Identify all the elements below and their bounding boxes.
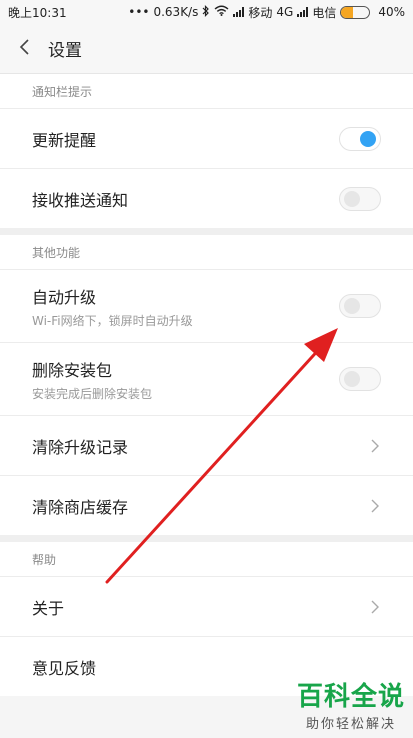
setting-label: 清除升级记录 (32, 437, 129, 457)
setting-clear-store-cache[interactable]: 清除商店缓存 (0, 475, 413, 535)
chevron-right-icon (371, 499, 379, 512)
push-notification-toggle[interactable] (339, 186, 381, 211)
section-help: 帮助 关于 意见反馈 (0, 542, 413, 696)
setting-label: 关于 (32, 598, 65, 618)
setting-auto-upgrade[interactable]: 自动升级 Wi-Fi网络下，锁屏时自动升级 (0, 269, 413, 342)
signal-strength-icon-2 (297, 7, 309, 17)
setting-clear-upgrade-history[interactable]: 清除升级记录 (0, 415, 413, 475)
chevron-right-icon (371, 439, 379, 452)
back-arrow-icon[interactable] (16, 38, 48, 60)
setting-label: 清除商店缓存 (32, 497, 129, 517)
setting-push-notification[interactable]: 接收推送通知 (0, 168, 413, 228)
auto-upgrade-toggle[interactable] (339, 294, 381, 318)
network-speed: 0.63K/s (153, 5, 199, 19)
section-divider (0, 535, 413, 542)
toggle-knob (344, 190, 360, 207)
setting-update-reminder[interactable]: 更新提醒 (0, 108, 413, 168)
section-header-notification: 通知栏提示 (0, 74, 413, 108)
watermark-title: 百科全说 (296, 682, 405, 712)
bluetooth-icon (202, 4, 210, 20)
status-bar: 晚上10:31 ••• 0.63K/s 移动 4G 电信 40% (0, 0, 413, 24)
update-reminder-toggle[interactable] (339, 126, 381, 151)
battery-level-fill (341, 6, 353, 18)
chevron-right-icon (371, 600, 379, 613)
section-header-help: 帮助 (0, 542, 413, 576)
setting-label: 自动升级 (32, 287, 97, 307)
section-header-other: 其他功能 (0, 235, 413, 269)
setting-label: 接收推送通知 (32, 190, 129, 210)
battery-percent: 40% (378, 5, 405, 19)
delete-package-toggle[interactable] (339, 367, 381, 391)
setting-description: 安装完成后删除安装包 (32, 386, 153, 401)
setting-about[interactable]: 关于 (0, 576, 413, 636)
network-type: 4G (276, 5, 294, 19)
setting-label: 更新提醒 (32, 130, 97, 150)
carrier-1: 移动 (248, 5, 273, 20)
carrier-2: 电信 (312, 5, 337, 20)
toggle-knob (344, 371, 360, 387)
section-divider (0, 228, 413, 235)
setting-description: Wi-Fi网络下，锁屏时自动升级 (32, 313, 193, 328)
watermark: 百科全说 助你轻松解决 (297, 676, 405, 732)
section-other: 其他功能 自动升级 Wi-Fi网络下，锁屏时自动升级 删除安装包 安装完成后删除… (0, 235, 413, 535)
watermark-subtitle: 助你轻松解决 (305, 717, 396, 732)
more-dots-icon: ••• (128, 5, 150, 19)
title-bar: 设置 (0, 24, 413, 74)
toggle-knob (344, 298, 360, 314)
section-notification: 通知栏提示 更新提醒 接收推送通知 (0, 74, 413, 228)
signal-strength-icon (233, 7, 245, 17)
setting-label: 删除安装包 (32, 360, 113, 380)
battery-icon (340, 5, 371, 19)
wifi-icon (214, 5, 229, 19)
toggle-knob (360, 130, 376, 147)
setting-label: 意见反馈 (32, 658, 97, 678)
setting-delete-package[interactable]: 删除安装包 安装完成后删除安装包 (0, 342, 413, 415)
page-title: 设置 (48, 41, 82, 61)
status-time: 晚上10:31 (8, 5, 67, 20)
